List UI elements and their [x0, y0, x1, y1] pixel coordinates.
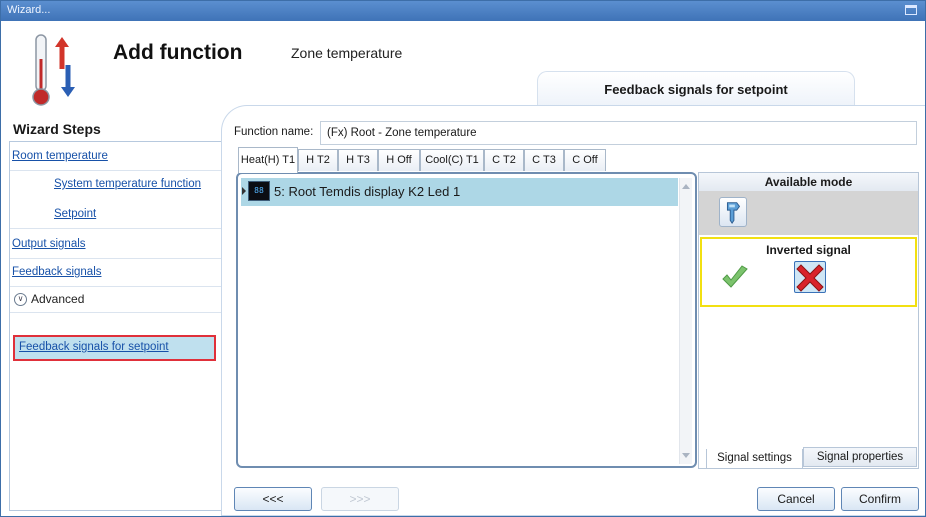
display-device-icon: 88	[248, 181, 270, 201]
divider	[10, 170, 222, 171]
advanced-label: Advanced	[31, 292, 85, 306]
divider	[10, 286, 222, 287]
maximize-icon[interactable]	[905, 5, 917, 15]
step-room-temperature[interactable]: Room temperature	[12, 150, 108, 162]
tab-cool-t1[interactable]: Cool(C) T1	[420, 149, 484, 171]
tab-c-off[interactable]: C Off	[564, 149, 606, 171]
tab-h-t2[interactable]: H T2	[298, 149, 338, 171]
wizard-steps-title: Wizard Steps	[13, 121, 101, 137]
tab-signal-properties[interactable]: Signal properties	[803, 447, 917, 467]
header: Add function Zone temperature Feedback s…	[1, 21, 925, 107]
tab-c-t2[interactable]: C T2	[484, 149, 524, 171]
inverted-signal-header: Inverted signal	[766, 243, 851, 257]
tab-heat-t1[interactable]: Heat(H) T1	[238, 147, 298, 173]
signal-list: 88 5: Root Temdis display K2 Led 1	[236, 172, 697, 468]
inverted-signal-box: Inverted signal	[700, 237, 917, 307]
cancel-button[interactable]: Cancel	[757, 487, 835, 511]
sensor-probe-icon[interactable]	[719, 197, 747, 227]
checkmark-icon[interactable]	[720, 263, 750, 293]
signal-settings-panel: Available mode Inverted signal Signal se…	[698, 172, 919, 469]
tab-h-off[interactable]: H Off	[378, 149, 420, 171]
step-selected-label: Feedback signals for setpoint	[19, 341, 169, 353]
page-title: Add function	[113, 41, 243, 64]
wizard-steps-list: Room temperature System temperature func…	[9, 141, 222, 511]
step-output-signals[interactable]: Output signals	[12, 238, 86, 250]
title-bar: Wizard...	[1, 1, 925, 21]
wizard-window: Wizard... Add function Zone temperature …	[0, 0, 926, 517]
tab-signal-settings[interactable]: Signal settings	[706, 449, 803, 469]
available-mode-header: Available mode	[699, 173, 918, 191]
divider	[10, 228, 222, 229]
step-feedback-signals[interactable]: Feedback signals	[12, 266, 102, 278]
thermometer-icon	[32, 34, 75, 106]
close-icon	[796, 264, 824, 292]
signal-label: 5: Root Temdis display K2 Led 1	[274, 184, 461, 199]
step-setpoint[interactable]: Setpoint	[54, 208, 96, 220]
vertical-scrollbar[interactable]	[679, 178, 692, 464]
next-button[interactable]: >>>	[321, 487, 399, 511]
confirm-button[interactable]: Confirm	[841, 487, 919, 511]
inverted-signal-off-button[interactable]	[794, 261, 826, 293]
tab-c-t3[interactable]: C T3	[524, 149, 564, 171]
chevron-down-icon: ∨	[14, 293, 27, 307]
current-step-tab: Feedback signals for setpoint	[537, 71, 855, 106]
signal-row[interactable]: 88 5: Root Temdis display K2 Led 1	[241, 178, 678, 206]
back-button[interactable]: <<<	[234, 487, 312, 511]
tab-h-t3[interactable]: H T3	[338, 149, 378, 171]
divider	[10, 312, 222, 313]
page-subtitle: Zone temperature	[291, 45, 403, 61]
available-mode-area	[699, 191, 918, 235]
step-system-temperature-function[interactable]: System temperature function	[54, 178, 201, 190]
divider	[10, 258, 222, 259]
window-title: Wizard...	[7, 4, 51, 16]
wizard-steps-panel: Wizard Steps Room temperature System tem…	[9, 119, 222, 511]
function-name-input[interactable]: (Fx) Root - Zone temperature	[320, 121, 917, 145]
advanced-toggle[interactable]: ∨ Advanced	[14, 292, 85, 307]
row-pointer-icon	[242, 187, 246, 195]
current-step-label: Feedback signals for setpoint	[604, 82, 788, 97]
scroll-up-icon[interactable]	[682, 184, 690, 189]
scroll-down-icon[interactable]	[682, 453, 690, 458]
function-name-label: Function name:	[234, 126, 314, 138]
step-feedback-signals-for-setpoint[interactable]: Feedback signals for setpoint	[13, 335, 216, 361]
